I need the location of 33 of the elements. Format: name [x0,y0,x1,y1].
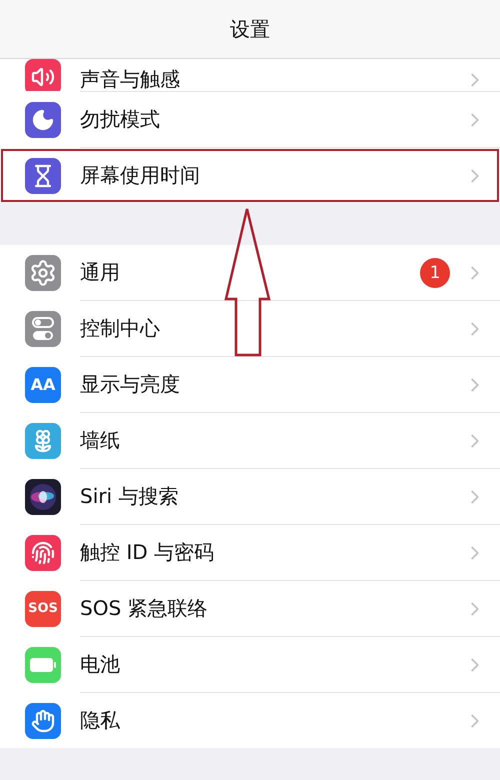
row-label: 墙纸 [80,427,121,454]
notification-badge: 1 [420,258,450,288]
speaker-icon [31,65,55,89]
settings-row[interactable]: 勿扰模式 [0,92,500,147]
moon-icon [31,108,55,132]
settings-row[interactable]: 通用 1 [0,245,500,300]
row-label: 控制中心 [80,315,161,342]
settings-row[interactable]: AA 显示与亮度 [0,357,500,412]
row-label: SOS 紧急联络 [80,595,208,622]
row-label: 声音与触感 [80,66,181,91]
settings-row[interactable]: 控制中心 [0,301,500,356]
settings-row[interactable]: 电池 [0,637,500,692]
row-label: 隐私 [80,707,121,734]
settings-row[interactable]: Siri 与搜索 [0,469,500,524]
row-label: 电池 [80,651,121,678]
row-label: 触控 ID 与密码 [80,539,216,566]
settings-row[interactable]: 触控 ID 与密码 [0,525,500,580]
row-label: Siri 与搜索 [80,483,180,510]
settings-row[interactable]: 隐私 [0,693,500,748]
icon-label: SOS [28,601,58,616]
icon-label: AA [30,375,56,394]
battery-icon [29,656,57,672]
highlighted-settings-row[interactable]: 屏幕使用时间 [0,148,500,203]
toggles-icon [31,316,55,342]
fingerprint-icon [31,540,55,564]
page-title: 设置 [230,16,270,42]
row-label: 勿扰模式 [80,106,161,133]
settings-row[interactable]: 墙纸 [0,413,500,468]
row-label: 屏幕使用时间 [80,162,201,189]
hand-icon [31,708,55,732]
row-label: 显示与亮度 [80,371,181,398]
settings-row[interactable]: SOS SOS 紧急联络 [0,581,500,636]
row-label: 通用 [80,259,121,286]
